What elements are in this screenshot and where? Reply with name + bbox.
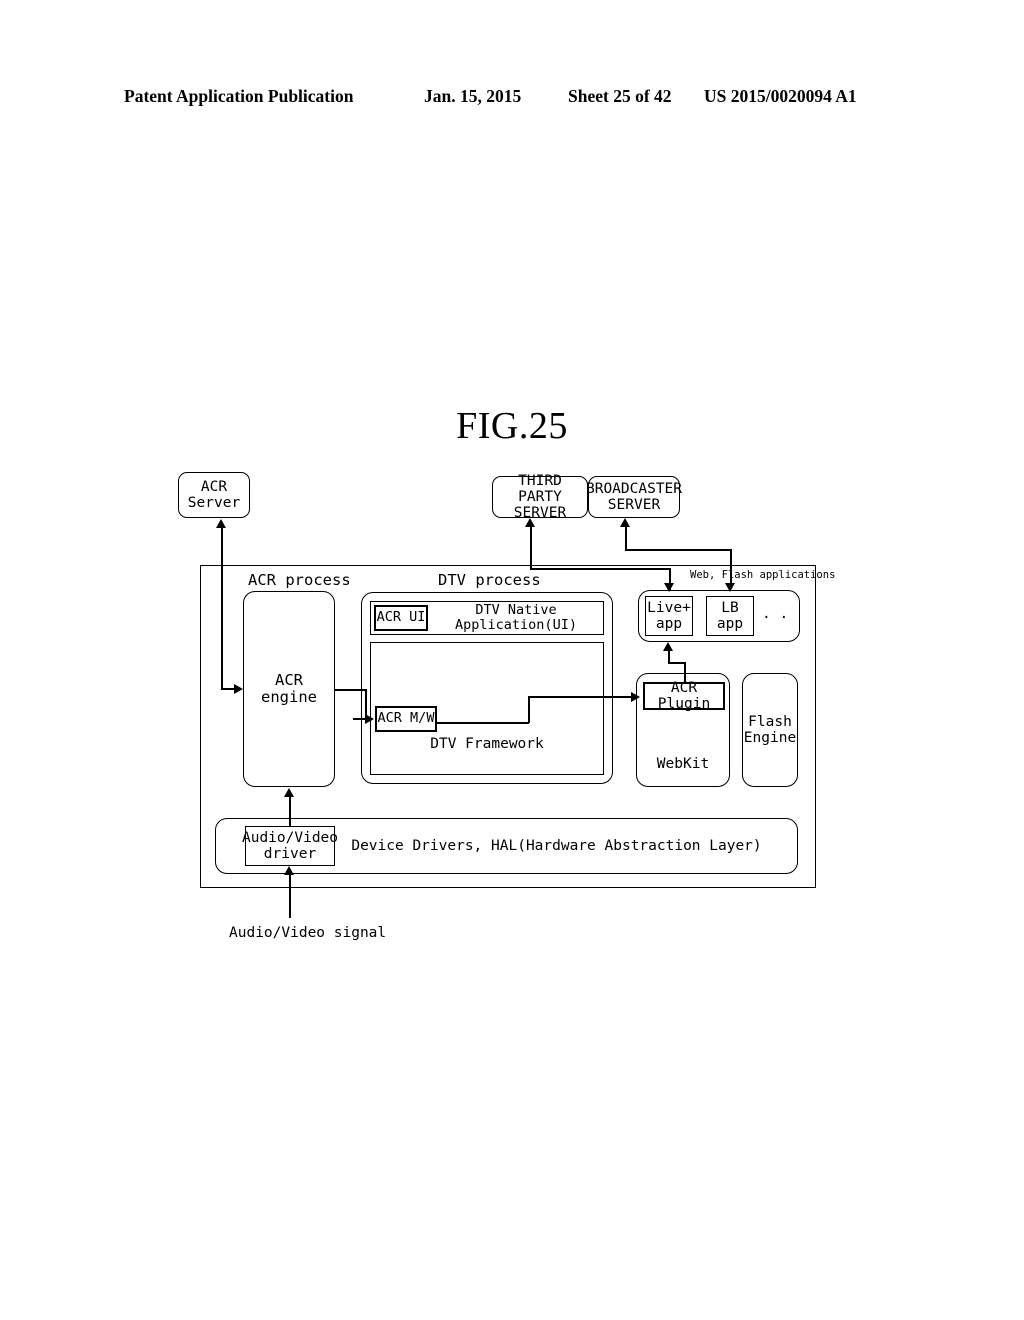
connector-mw-to-plugin-seg3: [528, 696, 632, 698]
arrowhead-into-lb-app: [725, 583, 735, 592]
arrowhead-into-acr-plugin: [631, 692, 640, 702]
arrowhead-into-acr-engine-bottom: [284, 788, 294, 797]
connector-plugin-to-live-seg2: [668, 662, 686, 664]
webkit-label: WebKit: [656, 755, 710, 772]
more-apps-label: . .: [762, 606, 789, 622]
connector-lb-to-broadcaster-seg3: [625, 527, 627, 550]
connector-avdriver-to-engine: [289, 797, 291, 826]
dtv-framework-label: DTV Framework: [430, 735, 544, 752]
connector-lb-to-broadcaster-seg2: [625, 549, 731, 551]
connector-acr-server-to-engine: [221, 688, 235, 690]
lb-app-box: LB app: [706, 596, 754, 636]
connector-plugin-to-live-seg1: [684, 662, 686, 684]
acr-ui-box: ACR UI: [374, 605, 428, 631]
arrowhead-into-broadcaster-server: [620, 518, 630, 527]
connector-mw-to-plugin-seg1: [437, 722, 529, 724]
figure-25-diagram: ACR Server THIRD PARTY SERVER BROADCASTE…: [0, 0, 1024, 1320]
dtv-process-label: DTV process: [438, 571, 541, 589]
flash-engine-box: Flash Engine: [742, 673, 798, 787]
arrowhead-into-live-plus-app-top: [664, 583, 674, 592]
arrowhead-into-acr-mw: [365, 714, 374, 724]
acr-engine-label: ACR engine: [261, 670, 317, 706]
audio-video-driver-box: Audio/Video driver: [242, 826, 338, 866]
web-flash-applications-label: Web, Flash applications: [690, 569, 836, 581]
acr-plugin-box: ACR Plugin: [643, 680, 725, 712]
connector-mw-to-plugin-seg2: [528, 696, 530, 723]
live-plus-app-box: Live+ app: [645, 596, 693, 636]
dtv-native-application-label: DTV Native Application(UI): [455, 601, 577, 633]
acr-process-label: ACR process: [248, 571, 351, 589]
broadcaster-server-box: BROADCASTER SERVER: [586, 476, 682, 518]
acr-server-box: ACR Server: [178, 472, 250, 518]
connector-acr-server-vertical: [221, 528, 223, 689]
arrowhead-into-live-plus-app: [663, 642, 673, 651]
acr-process-box: ACR engine: [243, 591, 335, 787]
connector-plugin-to-live-seg3: [668, 651, 670, 663]
third-party-server-box: THIRD PARTY SERVER: [492, 473, 588, 521]
arrowhead-to-acr-server: [216, 519, 226, 528]
arrowhead-into-audio-video-driver: [284, 866, 294, 875]
connector-engine-to-mw-seg1: [335, 689, 366, 691]
device-drivers-label: Device Drivers, HAL(Hardware Abstraction…: [351, 837, 762, 854]
audio-video-signal-label: Audio/Video signal: [229, 925, 387, 941]
acr-mw-box: ACR M/W: [375, 706, 437, 732]
connector-avsignal-to-driver: [289, 875, 291, 918]
arrowhead-into-acr-engine: [234, 684, 243, 694]
arrowhead-into-third-party-server: [525, 518, 535, 527]
connector-live-to-thirdparty-seg3: [530, 527, 532, 569]
connector-live-to-thirdparty-seg2: [530, 568, 670, 570]
